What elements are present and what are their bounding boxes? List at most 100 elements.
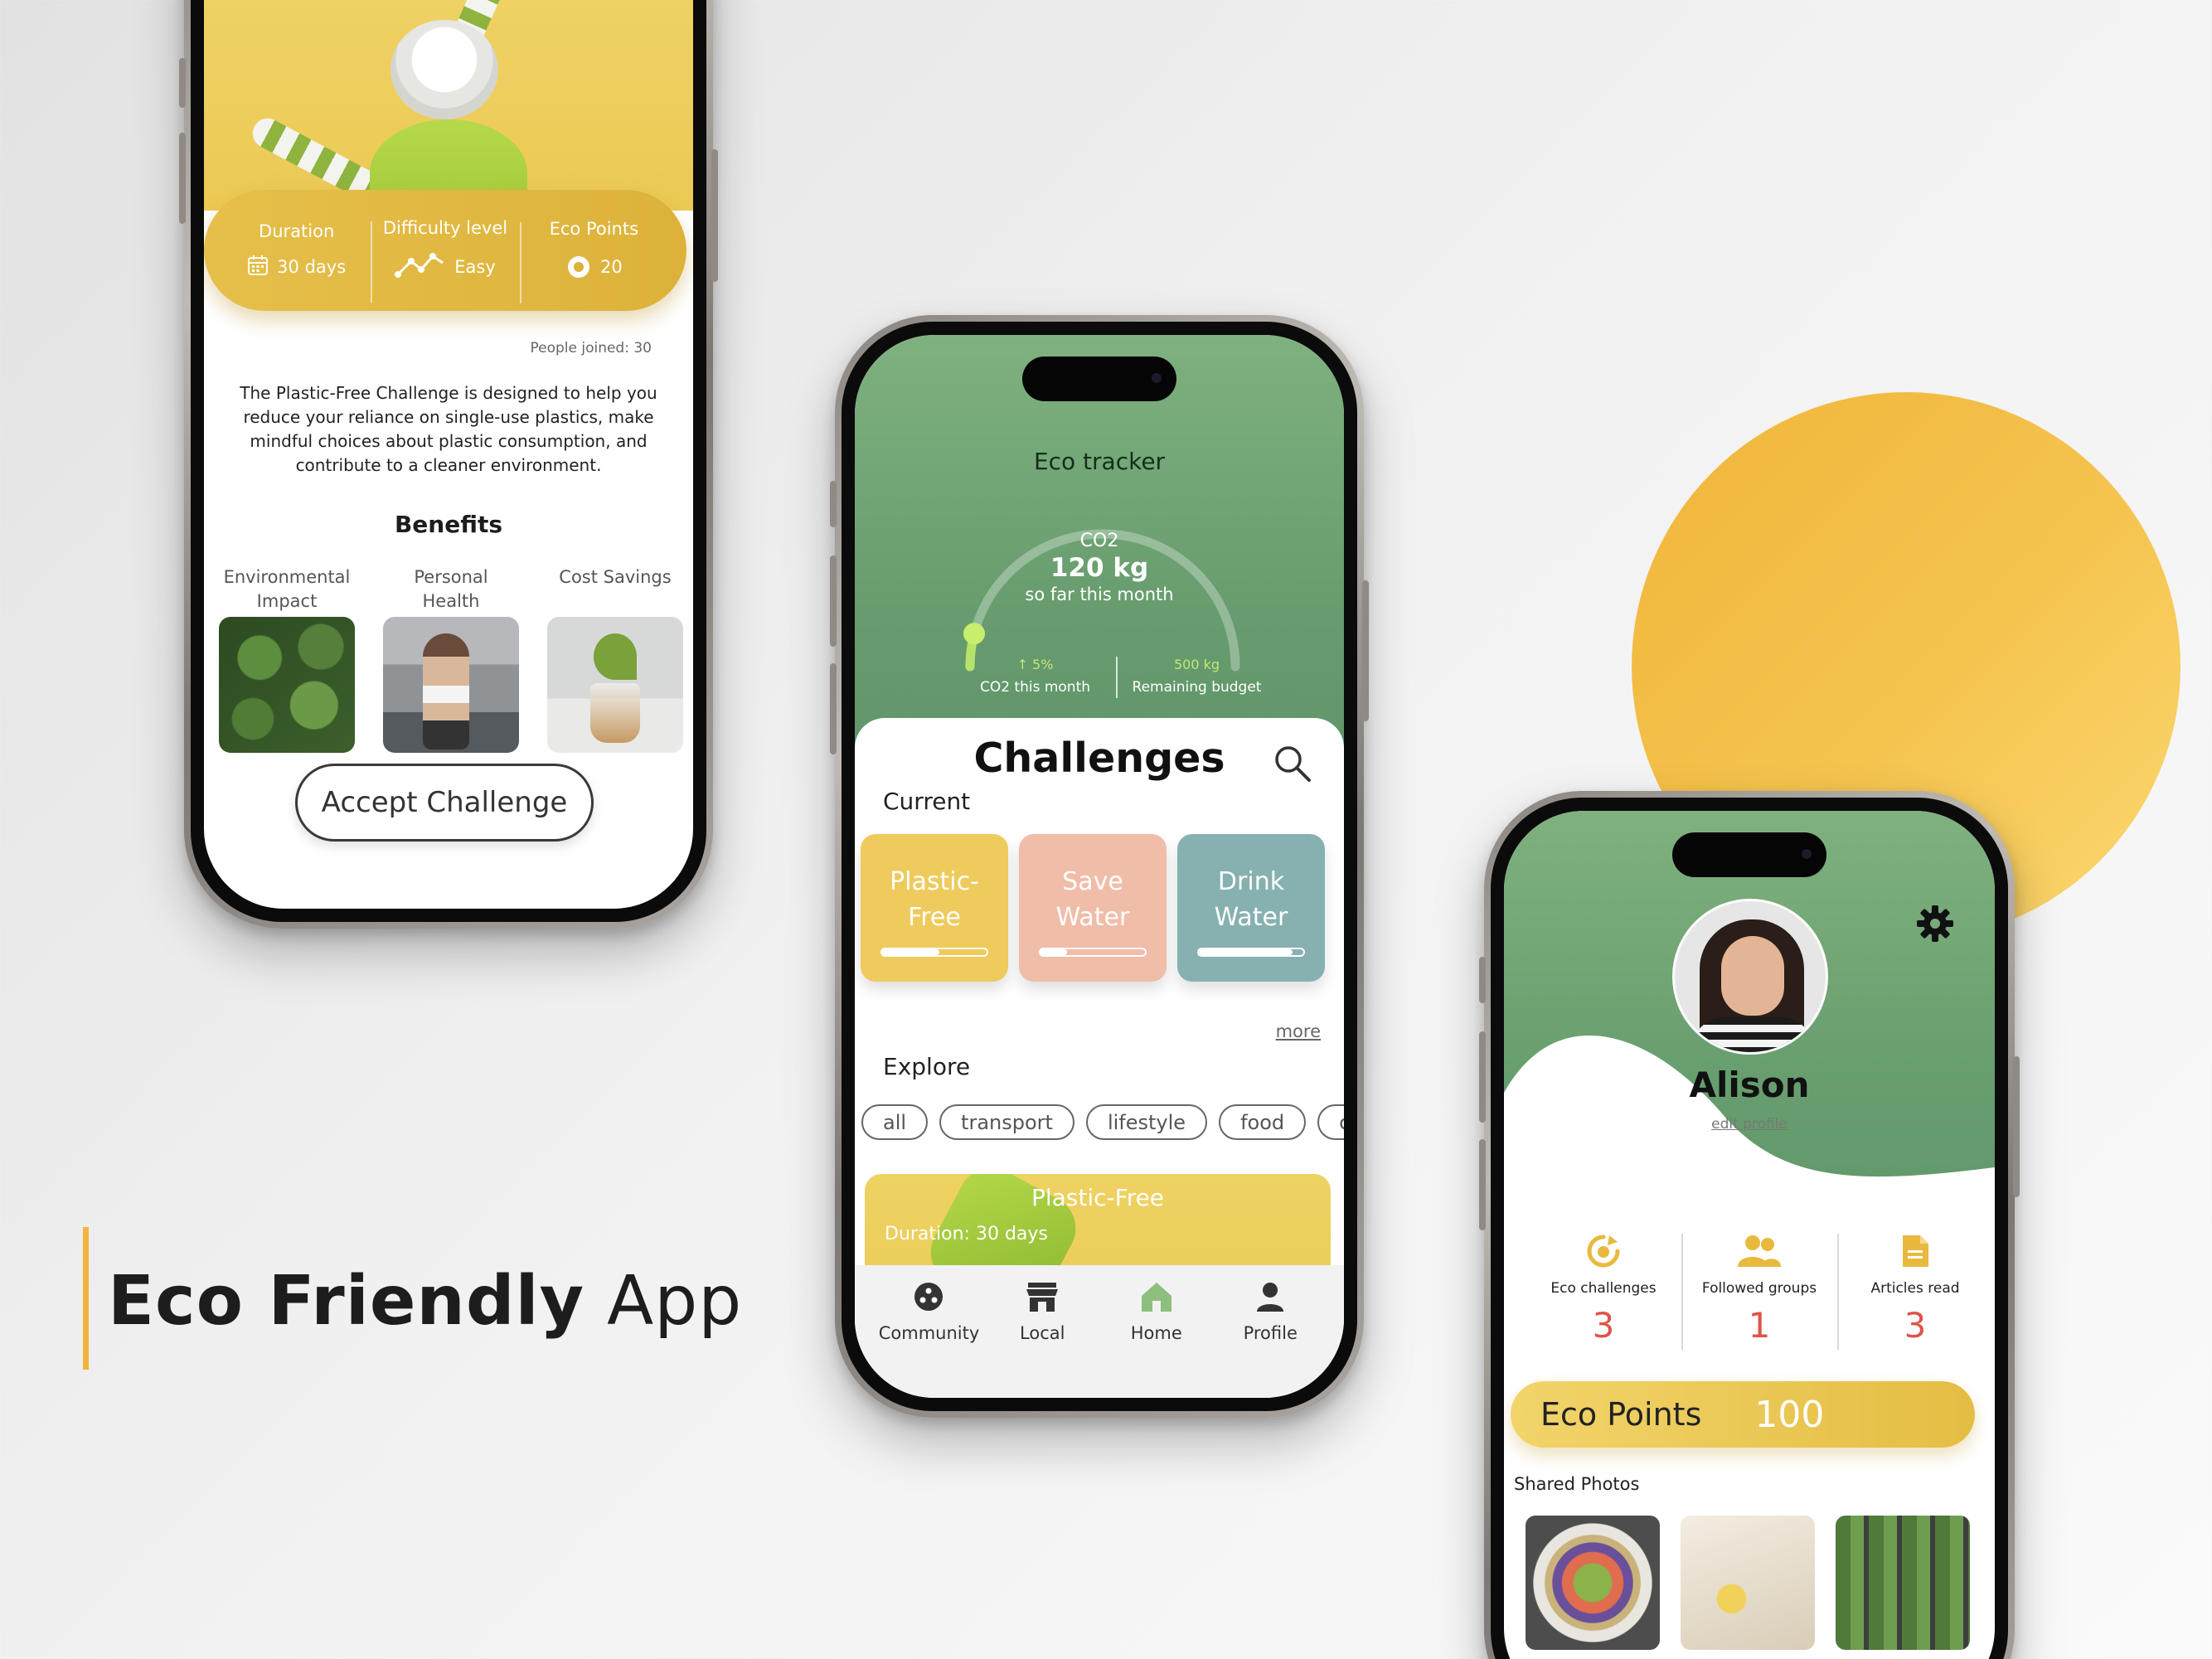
phone-profile: Alison edit profile Eco challenges 3 Fol…: [1479, 791, 2020, 1659]
avatar-shirt: [1691, 1017, 1814, 1052]
stat-value: 30 days: [277, 257, 347, 277]
card-title-line: Save: [1062, 867, 1123, 896]
shared-photo[interactable]: [1681, 1516, 1815, 1650]
bottom-nav: Community Local Home Profile: [855, 1265, 1344, 1398]
stat-followed-groups[interactable]: Followed groups 1: [1681, 1234, 1837, 1350]
explore-filter-chips: all transport lifestyle food cl: [861, 1104, 1344, 1140]
search-icon[interactable]: [1272, 743, 1313, 784]
progress-bar: [880, 948, 988, 957]
card-title-line: Plastic-: [890, 867, 979, 896]
progress-fill: [882, 949, 940, 955]
phone-side-button: [1479, 1139, 1486, 1230]
nav-label: Community: [878, 1323, 980, 1343]
nav-label: Local: [1020, 1323, 1065, 1343]
more-link[interactable]: more: [1276, 1021, 1321, 1041]
trend-icon: [395, 251, 446, 284]
phone-home: Eco tracker CO2 120 kg so far this month…: [830, 315, 1369, 1418]
card-title-line: Free: [908, 903, 961, 932]
challenges-title: Challenges: [973, 735, 1225, 782]
stat-duration: Duration 30 days: [222, 221, 371, 280]
phone-bezel: Alison edit profile Eco challenges 3 Fol…: [1491, 798, 2008, 1659]
chip-clipped[interactable]: cl: [1317, 1104, 1344, 1140]
phone-side-button: [1479, 957, 1486, 1003]
coin-icon: [565, 252, 592, 283]
benefit-label: Cost Savings: [559, 567, 672, 587]
nav-profile[interactable]: Profile: [1220, 1280, 1320, 1398]
stat-articles-read[interactable]: Articles read 3: [1837, 1234, 1993, 1350]
gear-icon[interactable]: [1915, 904, 1955, 947]
benefit-card[interactable]: Cost Savings: [547, 565, 683, 753]
shared-photos-label: Shared Photos: [1514, 1474, 1640, 1494]
chip-lifestyle[interactable]: lifestyle: [1085, 1104, 1208, 1140]
stat-label: Eco Points: [549, 218, 639, 239]
shared-photo[interactable]: [1836, 1516, 1970, 1650]
benefit-label: Environmental Impact: [223, 567, 351, 611]
chip-all[interactable]: all: [861, 1104, 929, 1140]
phone-side-button: [830, 663, 837, 754]
accept-challenge-button[interactable]: Accept Challenge: [295, 764, 594, 842]
avatar[interactable]: [1672, 899, 1828, 1055]
kpi-value: 500 kg: [1173, 657, 1220, 672]
progress-fill: [1199, 949, 1293, 955]
progress-fill: [1041, 949, 1067, 955]
kpi-remaining-budget: 500 kg Remaining budget: [1116, 657, 1278, 698]
edit-profile-link[interactable]: edit profile: [1504, 1116, 1995, 1133]
eco-points-banner[interactable]: Eco Points 100: [1511, 1381, 1975, 1448]
stat-value: 20: [599, 257, 623, 277]
benefit-card[interactable]: Personal Health: [383, 565, 519, 753]
shared-photo[interactable]: [1526, 1516, 1660, 1650]
kpi-co2-month: ↑ 5% CO2 this month: [954, 657, 1116, 696]
card-title-line: Water: [1055, 903, 1130, 932]
brand-title: Eco Friendly App: [108, 1256, 742, 1347]
article-icon: [1903, 1235, 1928, 1267]
stat-label: Articles read: [1870, 1280, 1960, 1297]
phone-side-button: [1362, 580, 1369, 721]
card-title-line: Water: [1214, 903, 1288, 932]
chip-food[interactable]: food: [1219, 1104, 1307, 1140]
challenge-card-plastic-free[interactable]: Plastic- Free: [861, 834, 1008, 982]
stat-label: Followed groups: [1701, 1280, 1817, 1297]
stat-value: 3: [1904, 1305, 1927, 1346]
eco-points-value: 100: [1754, 1393, 1825, 1436]
stat-label: Duration: [259, 221, 335, 241]
benefit-image-person: [383, 617, 519, 753]
nav-community[interactable]: Community: [878, 1280, 980, 1398]
kpi-label: Remaining budget: [1132, 679, 1262, 696]
benefit-image-plant: [547, 617, 683, 753]
benefits-grid: Environmental Impact Personal Health Cos…: [219, 565, 683, 753]
challenge-hero-image: [204, 0, 693, 227]
chip-transport[interactable]: transport: [939, 1104, 1074, 1140]
benefit-card[interactable]: Environmental Impact: [219, 565, 355, 753]
nav-local[interactable]: Local: [992, 1280, 1092, 1398]
gauge-readout: CO2 120 kg so far this month: [855, 531, 1344, 604]
stat-difficulty: Difficulty level Easy: [371, 218, 519, 303]
featured-title: Plastic-Free: [1031, 1184, 1165, 1211]
tracker-kpis: ↑ 5% CO2 this month 500 kg Remaining bud…: [954, 657, 1278, 698]
nav-home[interactable]: Home: [1107, 1280, 1206, 1398]
gauge-knob: [963, 623, 985, 645]
community-icon: [914, 1283, 943, 1311]
phone-side-button: [1479, 1031, 1486, 1123]
shared-photos-grid: [1526, 1516, 1970, 1650]
profile-stats: Eco challenges 3 Followed groups 1 Artic…: [1526, 1234, 1993, 1350]
benefits-heading: Benefits: [394, 511, 503, 538]
stat-label: Eco challenges: [1550, 1280, 1657, 1297]
phone-side-button: [2013, 1056, 2020, 1197]
challenge-card-drink-water[interactable]: Drink Water: [1177, 834, 1325, 982]
stat-eco-challenges[interactable]: Eco challenges 3: [1526, 1234, 1681, 1346]
gauge-caption: so far this month: [1025, 585, 1174, 604]
home-icon: [1141, 1283, 1171, 1312]
card-title-line: Drink: [1217, 867, 1285, 896]
featured-subtitle: Duration: 30 days: [885, 1224, 1048, 1244]
brand-title-light: App: [607, 1262, 743, 1341]
challenge-stats-bar: Duration 30 days Difficulty level Easy E…: [204, 190, 686, 311]
explore-section-label: Explore: [883, 1053, 971, 1080]
phone-side-button: [179, 133, 186, 224]
store-icon: [1026, 1283, 1059, 1312]
stat-value: 3: [1592, 1305, 1615, 1346]
challenge-detail-screen: Duration 30 days Difficulty level Easy E…: [204, 0, 693, 909]
kpi-label: CO2 this month: [979, 679, 1091, 696]
stat-value: Easy: [454, 257, 496, 277]
challenge-card-save-water[interactable]: Save Water: [1019, 834, 1167, 982]
nav-label: Home: [1130, 1323, 1182, 1343]
